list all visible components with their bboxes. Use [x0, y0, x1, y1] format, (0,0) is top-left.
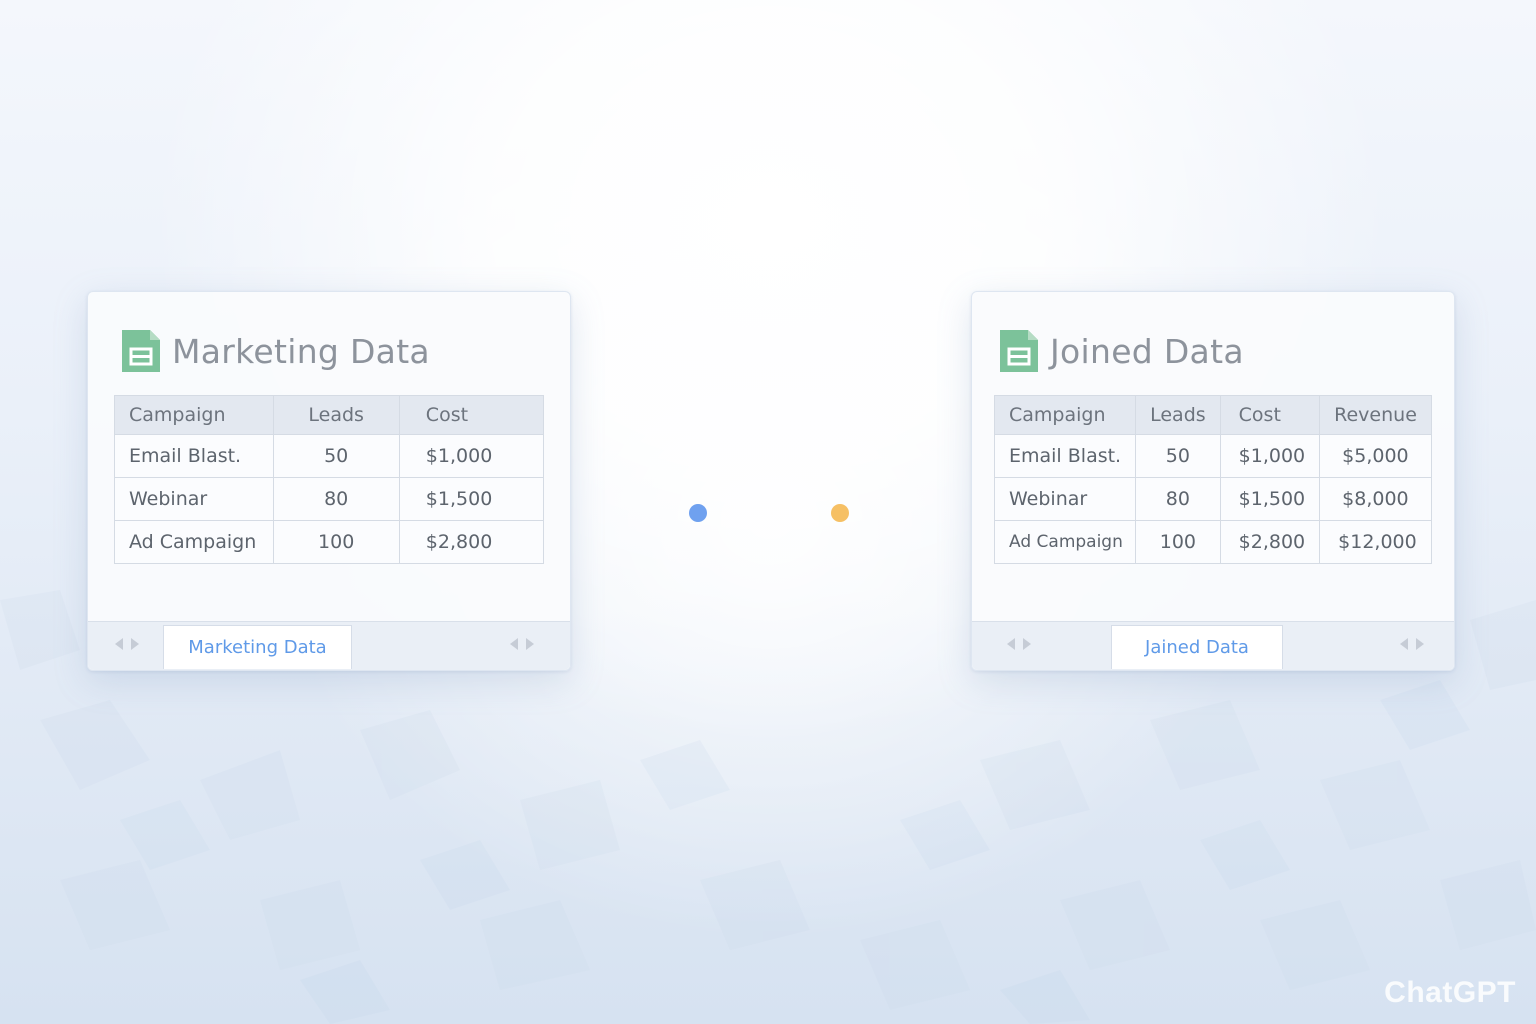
- table-cell[interactable]: $5,000: [1319, 434, 1432, 478]
- table-header-row: Campaign Leads Cost: [114, 395, 545, 435]
- column-header-leads[interactable]: Leads: [1135, 395, 1221, 435]
- panel-header: Marketing Data: [120, 328, 430, 374]
- table-cell[interactable]: $8,000: [1319, 477, 1432, 521]
- table-row: Ad Campaign 100 $2,800: [114, 520, 545, 564]
- arrow-right-icon[interactable]: [1023, 638, 1031, 650]
- table-row: Webinar 80 $1,500: [114, 477, 545, 521]
- table-row: Email Blast. 50 $1,000: [114, 434, 545, 478]
- table-cell[interactable]: Ad Campaign: [993, 520, 1137, 564]
- watermark: ChatGPT: [1384, 976, 1516, 1009]
- column-header-cost[interactable]: Cost: [1219, 395, 1321, 435]
- sheets-icon: [1000, 330, 1038, 372]
- table-cell[interactable]: $1,000: [1219, 434, 1321, 478]
- table-cell[interactable]: Email Blast.: [114, 434, 274, 478]
- table-cell[interactable]: $2,800: [398, 520, 545, 564]
- table-cell[interactable]: Email Blast.: [993, 434, 1137, 478]
- sheets-icon: [122, 330, 160, 372]
- tab-scroll-arrows: [1007, 638, 1031, 650]
- joined-data-panel: Joined Data Campaign Leads Cost Revenue …: [971, 291, 1455, 671]
- table-row: Webinar 80 $1,500 $8,000: [993, 477, 1432, 521]
- arrow-left-icon[interactable]: [1007, 638, 1015, 650]
- join-connector: [569, 504, 971, 522]
- arrow-right-icon[interactable]: [526, 638, 534, 650]
- sheet-tab-bar: Jained Data: [972, 621, 1454, 670]
- table-cell[interactable]: 100: [1135, 520, 1221, 564]
- table-header-row: Campaign Leads Cost Revenue: [993, 395, 1432, 435]
- column-header-revenue[interactable]: Revenue: [1319, 395, 1432, 435]
- table-cell[interactable]: $1,500: [398, 477, 545, 521]
- tab-scroll-arrows-right: [510, 638, 534, 650]
- marketing-data-table: Campaign Leads Cost Email Blast. 50 $1,0…: [114, 395, 545, 564]
- table-cell[interactable]: $12,000: [1319, 520, 1432, 564]
- panel-title: Marketing Data: [172, 331, 430, 371]
- tab-scroll-arrows: [115, 638, 139, 650]
- table-cell[interactable]: $1,000: [398, 434, 545, 478]
- table-cell[interactable]: Webinar: [993, 477, 1137, 521]
- arrow-left-icon[interactable]: [1400, 638, 1408, 650]
- panel-header: Joined Data: [998, 328, 1244, 374]
- table-cell[interactable]: 100: [272, 520, 400, 564]
- sheet-tab-bar: Marketing Data: [88, 621, 570, 670]
- column-header-campaign[interactable]: Campaign: [114, 395, 274, 435]
- sheet-tab-marketing-data[interactable]: Marketing Data: [163, 625, 352, 669]
- connector-node-blue: [689, 504, 707, 522]
- table-row: Email Blast. 50 $1,000 $5,000: [993, 434, 1432, 478]
- table-cell[interactable]: 50: [1135, 434, 1221, 478]
- column-header-cost[interactable]: Cost: [398, 395, 545, 435]
- table-cell[interactable]: Ad Campaign: [114, 520, 274, 564]
- table-cell[interactable]: Webinar: [114, 477, 274, 521]
- arrow-right-icon[interactable]: [1416, 638, 1424, 650]
- table-cell[interactable]: 50: [272, 434, 400, 478]
- arrow-left-icon[interactable]: [510, 638, 518, 650]
- joined-data-table: Campaign Leads Cost Revenue Email Blast.…: [993, 395, 1432, 564]
- column-header-campaign[interactable]: Campaign: [993, 395, 1137, 435]
- table-cell[interactable]: $1,500: [1219, 477, 1321, 521]
- table-row: Ad Campaign 100 $2,800 $12,000: [993, 520, 1432, 564]
- table-cell[interactable]: $2,800: [1219, 520, 1321, 564]
- table-cell[interactable]: 80: [272, 477, 400, 521]
- tab-scroll-arrows-right: [1400, 638, 1424, 650]
- connector-node-orange: [831, 504, 849, 522]
- column-header-leads[interactable]: Leads: [272, 395, 400, 435]
- table-cell[interactable]: 80: [1135, 477, 1221, 521]
- panel-title: Joined Data: [1050, 331, 1244, 371]
- arrow-left-icon[interactable]: [115, 638, 123, 650]
- arrow-right-icon[interactable]: [131, 638, 139, 650]
- sheet-tab-joined-data[interactable]: Jained Data: [1111, 625, 1283, 669]
- marketing-data-panel: Marketing Data Campaign Leads Cost Email…: [87, 291, 571, 671]
